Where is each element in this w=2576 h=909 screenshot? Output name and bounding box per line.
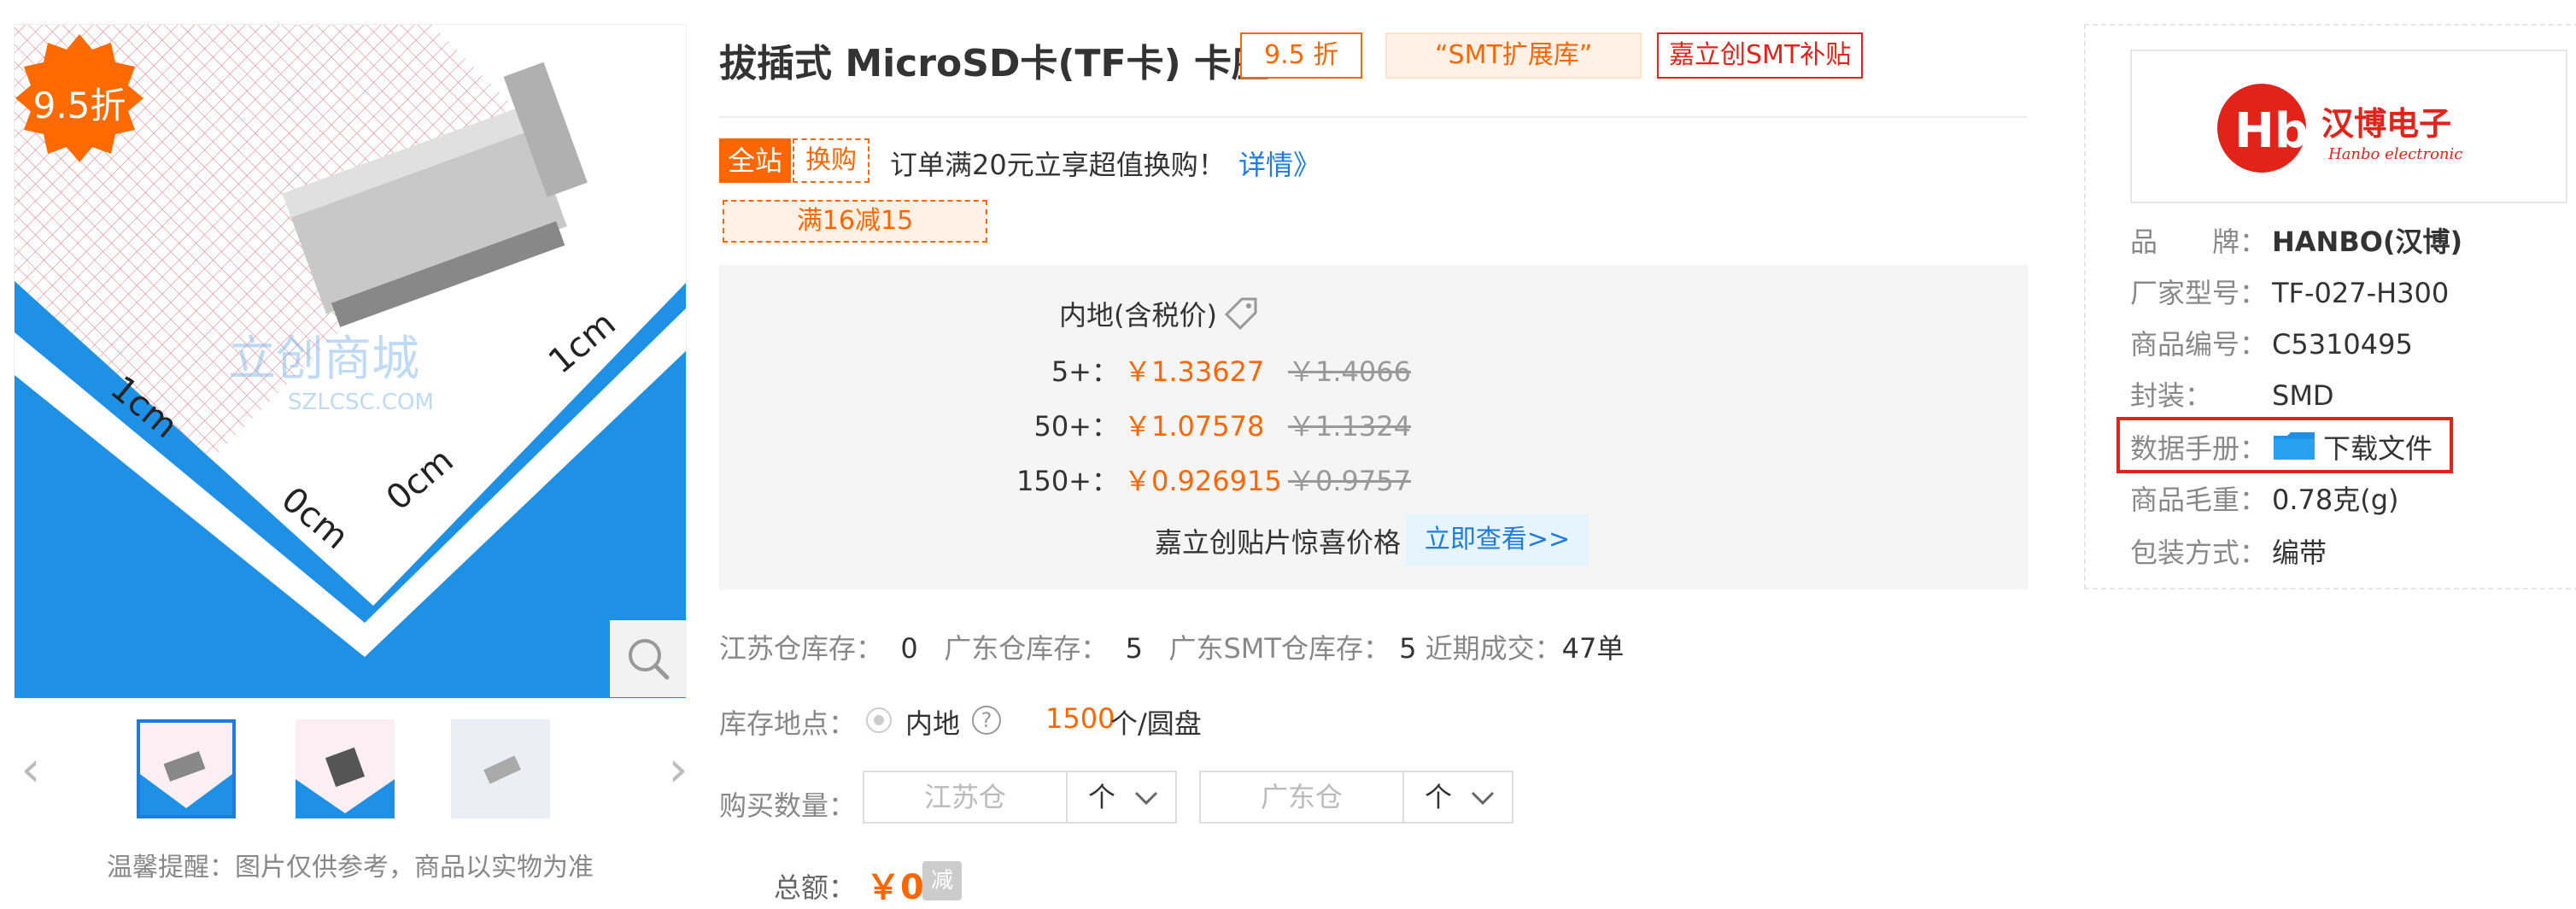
smt-price-text: 嘉立创贴片惊喜价格	[1155, 526, 1402, 559]
spec-row-code: 商品编号： C5310495	[2130, 323, 2413, 362]
recent-sales-label: 近期成交：	[1425, 632, 1562, 665]
jiangsu-quantity-input[interactable]: 江苏仓	[863, 771, 1068, 824]
price-tag-icon[interactable]	[1225, 296, 1259, 330]
folder-icon[interactable]	[2272, 431, 2316, 461]
spec-row-package: 封装： SMD	[2130, 374, 2334, 413]
guangdong-unit-select[interactable]: 个	[1404, 771, 1513, 824]
jiangsu-unit-select[interactable]: 个	[1068, 771, 1177, 824]
stock-smt-value: 5	[1399, 632, 1417, 665]
spec-value: 编带	[2272, 537, 2327, 569]
thumb-prev-arrow[interactable]: ‹	[14, 743, 48, 795]
image-disclaimer: 温馨提醒：图片仅供参考，商品以实物为准	[107, 853, 594, 883]
price-tier-old: ￥0.9757	[1288, 465, 1411, 497]
brand-logo[interactable]: Hb 汉博电子 Hanbo electronic	[2130, 50, 2567, 203]
promo-site-wide-badge: 全站	[719, 138, 791, 183]
svg-text:Hb: Hb	[2234, 103, 2309, 159]
price-tier-qty: 50+：	[1033, 410, 1119, 443]
discount-tag: 9.5 折	[1240, 32, 1363, 79]
stock-location-value[interactable]: 内地	[905, 702, 960, 742]
logo-subtext: Hanbo electronic	[2327, 145, 2462, 163]
zoom-button[interactable]	[610, 620, 687, 697]
purchase-quantity-label: 购买数量：	[719, 789, 857, 822]
chevron-down-icon	[1134, 791, 1158, 806]
spec-value: SMD	[2272, 379, 2334, 412]
promo-details-link[interactable]: 详情》	[1238, 144, 1320, 183]
recent-sales-value: 47单	[1561, 632, 1625, 665]
thumb-next-arrow[interactable]: ›	[661, 743, 695, 795]
reel-quantity: 1500	[1045, 702, 1115, 735]
stock-guangdong-value: 5	[1125, 632, 1143, 665]
price-tier-qty: 5+：	[1051, 355, 1119, 388]
coupon-badge[interactable]: 满16减15	[723, 200, 987, 243]
spec-value[interactable]: HANBO(汉博)	[2272, 226, 2462, 258]
price-tier-price: ￥1.07578	[1124, 410, 1265, 443]
spec-key: 包装方式：	[2130, 537, 2268, 569]
price-tier-price: ￥0.926915	[1124, 465, 1282, 497]
stock-jiangsu-label: 江苏仓库存：	[719, 632, 884, 665]
product-title: 拔插式 MicroSD卡(TF卡) 卡座	[719, 42, 1270, 85]
download-file-link[interactable]: 下载文件	[2323, 427, 2433, 466]
watermark: 立创商城	[228, 331, 419, 387]
logo-text: 汉博电子	[2321, 104, 2451, 143]
spec-row-brand: 品 牌： HANBO(汉博)	[2130, 220, 2462, 260]
search-icon	[629, 639, 670, 680]
discount-badge-text: 9.5折	[32, 85, 126, 126]
price-tier-price: ￥1.33627	[1124, 355, 1265, 388]
promo-swap-badge: 换购	[793, 138, 869, 183]
spec-key: 商品编号：	[2130, 328, 2268, 361]
spec-value: TF-027-H300	[2272, 277, 2450, 309]
stock-info-row: 江苏仓库存： 0 广东仓库存： 5 广东SMT仓库存： 5 近期成交：47单	[719, 627, 1624, 666]
guangdong-quantity-input[interactable]: 广东仓	[1199, 771, 1404, 824]
spec-key: 封装：	[2130, 379, 2213, 412]
stock-location-label: 库存地点：	[719, 707, 857, 740]
unit-label: 个	[1088, 781, 1116, 813]
reduce-badge: 减	[922, 861, 962, 900]
stock-smt-label: 广东SMT仓库存：	[1168, 632, 1390, 665]
price-header: 内地(含税价)	[1059, 299, 1217, 331]
price-tier-old: ￥1.1324	[1288, 410, 1411, 443]
price-tier-old: ￥1.4066	[1288, 355, 1411, 388]
thumbnail[interactable]	[451, 719, 550, 818]
smt-subsidy-tag[interactable]: 嘉立创SMT补贴	[1657, 32, 1864, 79]
spec-value: C5310495	[2272, 328, 2413, 361]
view-now-button[interactable]: 立即查看>>	[1406, 514, 1589, 566]
stock-jiangsu-value: 0	[900, 632, 918, 665]
spec-row-weight: 商品毛重： 0.78克(g)	[2130, 478, 2399, 518]
divider	[719, 116, 2028, 118]
thumbnail[interactable]	[137, 719, 236, 818]
stock-guangdong-label: 广东仓库存：	[944, 632, 1109, 665]
chevron-down-icon	[1471, 791, 1495, 806]
watermark-url: SZLCSC.COM	[288, 390, 434, 415]
thumbnail[interactable]	[296, 719, 395, 818]
spec-row-packaging: 包装方式： 编带	[2130, 531, 2327, 571]
help-icon[interactable]: ?	[972, 706, 1001, 735]
spec-key: 商品毛重：	[2130, 484, 2268, 516]
spec-key: 品 牌：	[2130, 226, 2268, 258]
promo-text: 订单满20元立享超值换购！	[890, 149, 1226, 181]
reel-unit: 个/圆盘	[1110, 707, 1202, 740]
price-tier-qty: 150+：	[1016, 465, 1119, 497]
total-value: ￥0	[866, 868, 924, 907]
unit-label: 个	[1425, 781, 1453, 813]
spec-row-model: 厂家型号： TF-027-H300	[2130, 272, 2449, 311]
location-radio[interactable]	[866, 707, 892, 733]
smt-library-tag[interactable]: “SMT扩展库”	[1385, 32, 1642, 79]
spec-value: 0.78克(g)	[2272, 484, 2399, 516]
spec-key: 厂家型号：	[2130, 277, 2268, 309]
total-label: 总额：	[774, 871, 857, 904]
